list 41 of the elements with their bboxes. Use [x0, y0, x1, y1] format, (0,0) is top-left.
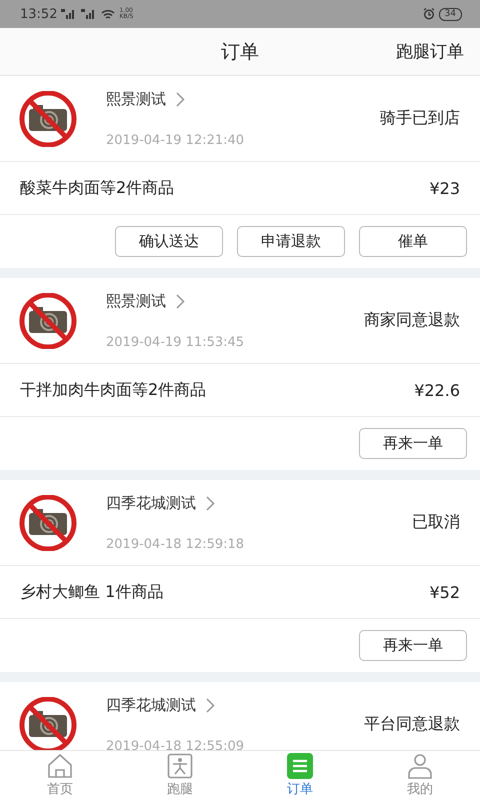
order-status: 骑手已到店 [380, 108, 460, 129]
chevron-right-icon [206, 698, 215, 712]
home-icon [47, 753, 73, 779]
running-figure-icon [167, 753, 193, 779]
order-status: 商家同意退款 [364, 310, 460, 331]
order-action-button[interactable]: 催单 [359, 226, 467, 257]
shop-name[interactable]: 四季花城测试 [106, 696, 196, 714]
nav-tab[interactable]: 跑腿 [120, 751, 240, 800]
order-action-button[interactable]: 申请退款 [237, 226, 345, 257]
order-status: 平台同意退款 [364, 714, 460, 735]
order-action-button[interactable]: 再来一单 [359, 428, 467, 459]
order-time: 2019-04-18 12:55:09 [106, 738, 246, 750]
wifi-icon [101, 8, 116, 20]
order-time: 2019-04-19 11:53:45 [106, 334, 246, 350]
chevron-right-icon [206, 496, 215, 510]
order-time: 2019-04-19 12:21:40 [106, 132, 246, 148]
shop-name[interactable]: 四季花城测试 [106, 494, 196, 512]
clock: 13:52 [20, 6, 58, 22]
order-action-button[interactable]: 确认送达 [115, 226, 223, 257]
shop-name[interactable]: 熙景测试 [106, 90, 166, 108]
battery-icon: 34 [438, 8, 462, 20]
alarm-icon [422, 8, 435, 20]
order-status: 已取消 [412, 512, 460, 533]
chevron-right-icon [176, 92, 185, 106]
order-items: 酸菜牛肉面等2件商品 [20, 178, 174, 198]
order-items: 干拌加肉牛肉面等2件商品 [20, 380, 206, 400]
shop-name[interactable]: 熙景测试 [106, 292, 166, 310]
order-price: ¥52 [429, 582, 460, 602]
order-action-button[interactable]: 再来一单 [359, 630, 467, 661]
order-items: 乡村大鲫鱼 1件商品 [20, 582, 164, 602]
person-icon [407, 753, 433, 779]
nav-tab[interactable]: 首页 [0, 751, 120, 800]
order-time: 2019-04-18 12:59:18 [106, 536, 246, 552]
list-icon [287, 753, 313, 779]
page-title: 订单 [221, 40, 259, 64]
nav-tab[interactable]: 订单 [240, 751, 360, 800]
nav-tab[interactable]: 我的 [360, 751, 480, 800]
chevron-right-icon [176, 294, 185, 308]
order-price: ¥22.6 [414, 380, 460, 400]
order-price: ¥23 [429, 178, 460, 198]
errand-orders-link[interactable]: 跑腿订单 [396, 40, 464, 63]
